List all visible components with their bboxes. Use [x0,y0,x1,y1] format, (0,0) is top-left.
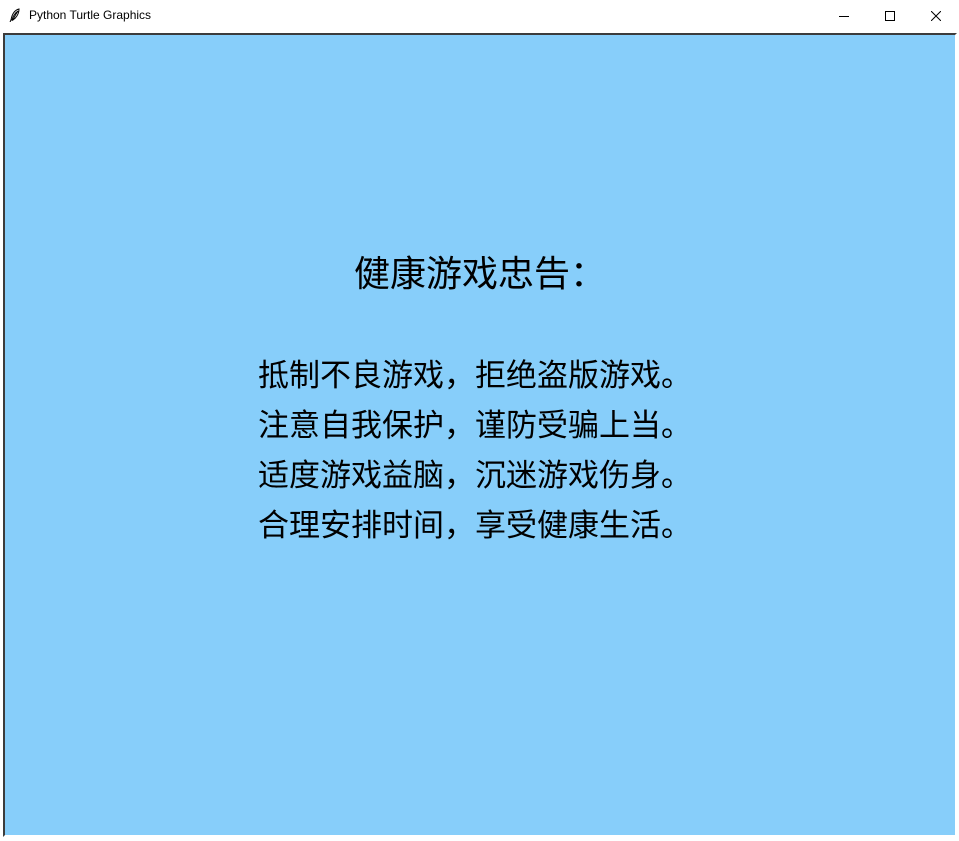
turtle-canvas[interactable]: 健康游戏忠告： 抵制不良游戏，拒绝盗版游戏。 注意自我保护，谨防受骗上当。 适度… [5,35,955,835]
maximize-button[interactable] [867,0,913,30]
minimize-icon [839,6,849,25]
feather-icon [9,8,21,22]
window-title: Python Turtle Graphics [29,8,152,22]
advisory-line: 合理安排时间，享受健康生活。 [258,508,692,544]
advisory-line: 抵制不良游戏，拒绝盗版游戏。 [258,358,692,394]
maximize-icon [885,6,895,25]
close-icon [930,6,942,25]
close-button[interactable] [913,0,959,30]
window-controls [821,0,959,30]
turtle-window: Python Turtle Graphics 健康游戏忠告： 抵制不良游戏，拒绝… [0,0,959,841]
advisory-heading: 健康游戏忠告： [353,254,606,295]
minimize-button[interactable] [821,0,867,30]
advisory-line: 适度游戏益脑，沉迷游戏伤身。 [258,458,692,494]
advisory-line: 注意自我保护，谨防受骗上当。 [258,408,692,444]
turtle-canvas-frame: 健康游戏忠告： 抵制不良游戏，拒绝盗版游戏。 注意自我保护，谨防受骗上当。 适度… [3,33,957,837]
title-bar[interactable]: Python Turtle Graphics [0,0,959,30]
